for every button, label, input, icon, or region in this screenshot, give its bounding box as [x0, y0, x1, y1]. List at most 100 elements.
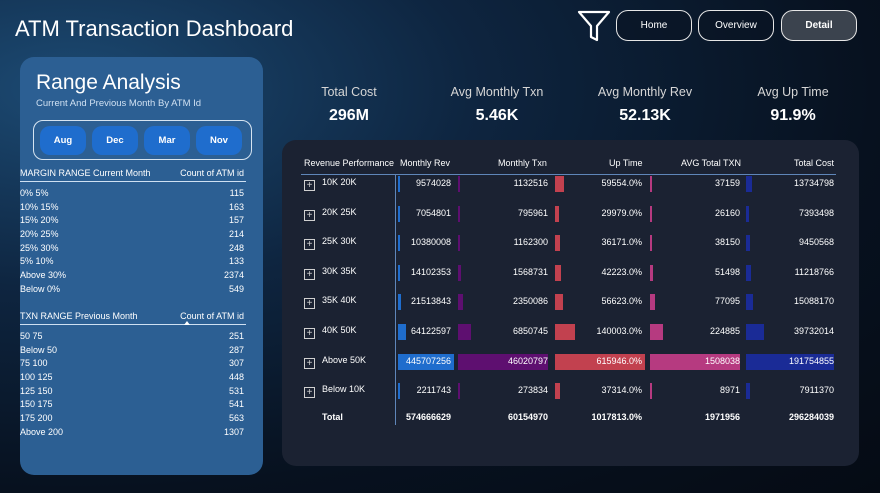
- range-label: 50 75: [20, 330, 43, 341]
- avg-total-txn-cell: 38150: [714, 237, 740, 248]
- month-button-nov[interactable]: Nov: [196, 126, 242, 155]
- expand-row-icon[interactable]: +: [304, 268, 315, 280]
- margin-range-table: MARGIN RANGE Current Month Count of ATM …: [20, 168, 246, 296]
- sort-ascending-icon[interactable]: [184, 321, 190, 325]
- column-header-up-time[interactable]: Up Time: [609, 158, 643, 168]
- range-label: Below 50: [20, 344, 58, 355]
- total-cost-bar: [746, 294, 753, 311]
- table-row[interactable]: 25% 30% 248: [20, 241, 246, 255]
- table-row[interactable]: 10% 15% 163: [20, 200, 246, 214]
- column-header-txn-range[interactable]: TXN RANGE Previous Month: [20, 311, 138, 322]
- column-header-count[interactable]: Count of ATM id: [180, 168, 246, 179]
- table-row[interactable]: 15% 20% 157: [20, 213, 246, 227]
- expand-row-icon[interactable]: +: [304, 209, 315, 221]
- expand-row-icon[interactable]: +: [304, 239, 315, 251]
- up-time-cell: 59554.0%: [601, 178, 642, 188]
- expand-row-icon[interactable]: +: [304, 387, 315, 399]
- monthly-txn-cell: 1162300: [513, 237, 548, 248]
- range-label: 10% 15%: [20, 201, 59, 212]
- count-value: 133: [228, 256, 244, 267]
- monthly-txn-cell: 2350086: [512, 296, 548, 307]
- range-label: Below 0%: [20, 283, 61, 294]
- monthly-txn-bar: [458, 294, 463, 311]
- monthly-txn-bar: [458, 205, 460, 222]
- month-button-aug[interactable]: Aug: [40, 126, 86, 155]
- range-label: 0% 5%: [20, 187, 49, 198]
- count-value: 157: [228, 215, 244, 226]
- kpi-value-avg-monthly-txn: 5.46K: [475, 107, 519, 124]
- avg-total-txn-bar: [650, 324, 664, 340]
- column-header-monthly-rev[interactable]: Monthly Rev: [400, 158, 450, 168]
- count-value: 448: [228, 371, 244, 382]
- avg-total-txn-bar: [650, 264, 654, 281]
- column-header-margin-range[interactable]: MARGIN RANGE Current Month: [20, 168, 151, 179]
- total-cost-bar: [746, 264, 752, 281]
- monthly-rev-cell: 64122597: [410, 326, 451, 336]
- kpi-value-avg-monthly-rev: 52.13K: [619, 107, 671, 124]
- column-header-total-cost[interactable]: Total Cost: [794, 158, 834, 168]
- range-label: 15% 20%: [20, 215, 59, 226]
- range-label: 75 100: [20, 358, 48, 369]
- total-avg-total-txn-cell: 1971956: [704, 412, 740, 422]
- up-time-cell: 42223.0%: [601, 266, 642, 277]
- up-time-cell: 36171.0%: [601, 237, 642, 248]
- up-time-cell: 29979.0%: [601, 207, 642, 218]
- column-header-monthly-txn[interactable]: Monthly Txn: [498, 158, 547, 168]
- total-up-time-cell: 1017813.0%: [591, 412, 642, 422]
- table-row[interactable]: 100 125 448: [20, 370, 246, 384]
- monthly-rev-cell: 21513843: [410, 296, 451, 307]
- avg-total-txn-bar: [650, 294, 655, 311]
- column-header-avg-total-txn[interactable]: AVG Total TXN: [681, 158, 741, 168]
- month-button-dec[interactable]: Dec: [92, 126, 138, 155]
- total-cost-cell: 15088170: [793, 296, 834, 307]
- table-header: MARGIN RANGE Current Month Count of ATM …: [20, 168, 246, 182]
- expand-row-icon[interactable]: +: [304, 180, 315, 191]
- expand-row-icon[interactable]: +: [304, 328, 315, 339]
- table-row[interactable]: Below 50 287: [20, 343, 246, 357]
- range-label: Above 200: [20, 426, 64, 437]
- table-row[interactable]: 5% 10% 133: [20, 254, 246, 268]
- kpi-value-avg-up-time: 91.9%: [770, 107, 816, 124]
- dashboard-title: ATM Transaction Dashboard: [15, 16, 294, 41]
- range-label: 20% 25%: [20, 228, 59, 239]
- monthly-rev-bar: [398, 176, 400, 192]
- column-header-revenue-performance[interactable]: Revenue Performance: [304, 158, 394, 168]
- row-label: 40K 50K: [322, 325, 357, 335]
- avg-total-txn-cell: 1508038: [704, 355, 740, 366]
- filter-icon[interactable]: [577, 10, 611, 42]
- count-value: 248: [228, 242, 244, 253]
- table-row[interactable]: 20% 25% 214: [20, 227, 246, 241]
- column-header-count[interactable]: Count of ATM id: [180, 311, 246, 322]
- table-row[interactable]: Above 200 1307: [20, 425, 246, 439]
- monthly-rev-cell: 2211743: [416, 385, 451, 396]
- table-row[interactable]: Below 0% 549: [20, 282, 246, 296]
- kpi-label-total-cost: Total Cost: [321, 85, 377, 99]
- table-row[interactable]: Above 30% 2374: [20, 268, 246, 282]
- total-cost-cell: 9450568: [798, 237, 834, 248]
- avg-total-txn-cell: 224885: [709, 326, 740, 336]
- panel-subtitle: Current And Previous Month By ATM Id: [36, 98, 202, 109]
- avg-total-txn-bar: [650, 176, 653, 192]
- total-cost-bar: [746, 235, 751, 252]
- table-row[interactable]: 175 200 563: [20, 411, 246, 425]
- table-row[interactable]: 0% 5% 115: [20, 186, 246, 200]
- total-row-label: Total: [322, 412, 343, 422]
- monthly-rev-bar: [398, 235, 400, 252]
- count-value: 163: [228, 201, 244, 212]
- kpi-label-avg-monthly-rev: Avg Monthly Rev: [597, 85, 693, 99]
- table-row[interactable]: 150 175 541: [20, 397, 246, 411]
- kpi-label-avg-up-time: Avg Up Time: [757, 85, 829, 99]
- home-button[interactable]: Home: [616, 10, 692, 41]
- total-total-cost-cell: 296284039: [788, 412, 834, 422]
- avg-total-txn-cell: 26160: [714, 207, 740, 218]
- table-row[interactable]: 125 150 531: [20, 384, 246, 398]
- total-cost-cell: 13734798: [793, 178, 834, 188]
- table-row[interactable]: 75 100 307: [20, 356, 246, 370]
- month-button-mar[interactable]: Mar: [144, 126, 190, 155]
- expand-row-icon[interactable]: +: [304, 298, 315, 310]
- overview-button[interactable]: Overview: [698, 10, 774, 41]
- table-row[interactable]: 50 75 251: [20, 329, 246, 343]
- detail-button[interactable]: Detail: [781, 10, 857, 41]
- expand-row-icon[interactable]: +: [304, 357, 315, 369]
- count-value: 251: [228, 330, 244, 341]
